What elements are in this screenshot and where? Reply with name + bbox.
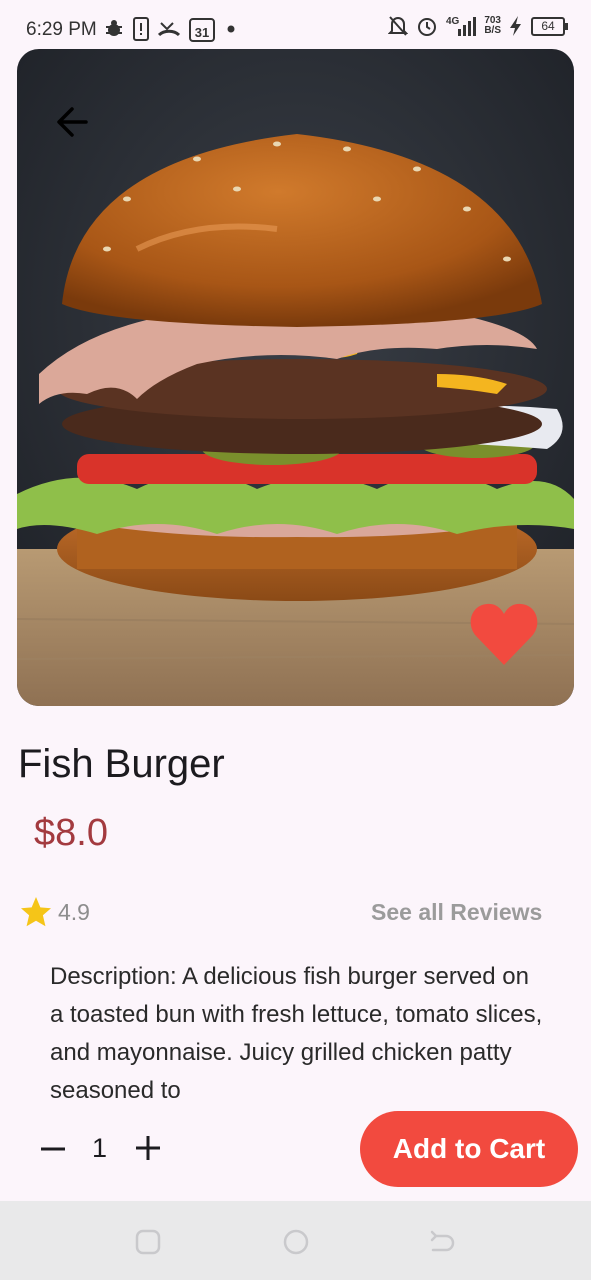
favorite-button[interactable] (469, 601, 539, 667)
home-icon (283, 1229, 309, 1255)
product-price: $8.0 (34, 812, 108, 854)
network-type: 4G (446, 16, 460, 27)
battery-icon: 64 (531, 16, 568, 36)
product-description: Description: A delicious fish burger ser… (50, 963, 543, 1098)
calendar-day: 31 (195, 25, 209, 40)
add-to-cart-button[interactable]: Add to Cart (360, 1111, 578, 1187)
product-title: Fish Burger (18, 742, 225, 786)
rating-value: 4.9 (58, 898, 90, 925)
rating-row: 4.9 (18, 894, 90, 930)
signal-icon: 4G (446, 15, 477, 37)
arrow-left-icon (57, 107, 88, 137)
recents-icon (135, 1229, 161, 1255)
heart-icon (470, 603, 538, 665)
quantity-value: 1 (92, 1133, 108, 1163)
product-detail-screen: 6:29 PM 31 4G 703 B/S 64 Fish Burger $8.… (0, 0, 591, 1280)
dot-icon (224, 22, 238, 36)
alarm-icon (416, 15, 438, 37)
back-button[interactable] (52, 102, 92, 142)
calendar-icon: 31 (189, 16, 215, 42)
recents-button[interactable] (134, 1228, 162, 1256)
quantity-increment-button[interactable] (133, 1132, 163, 1162)
plus-icon (136, 1136, 160, 1160)
quantity-decrement-button[interactable] (38, 1132, 68, 1162)
speed-unit: B/S (484, 25, 501, 36)
status-left-icons: 31 (104, 16, 238, 42)
back-nav-button[interactable] (428, 1228, 456, 1256)
home-button[interactable] (282, 1228, 310, 1256)
phone-sim-icon (133, 17, 149, 41)
status-time: 6:29 PM (26, 19, 97, 40)
status-right-icons: 4G 703 B/S 64 (388, 15, 568, 37)
star-icon (21, 897, 51, 927)
back-icon (430, 1230, 455, 1252)
speed-indicator: 703 B/S (484, 16, 501, 36)
minus-icon (41, 1147, 65, 1151)
system-nav-bar (0, 1201, 591, 1280)
bug-icon (104, 19, 124, 39)
charging-icon (509, 15, 523, 37)
missed-call-icon (158, 19, 180, 39)
bell-off-icon (388, 15, 409, 37)
see-all-reviews-link[interactable]: See all Reviews (371, 899, 542, 926)
